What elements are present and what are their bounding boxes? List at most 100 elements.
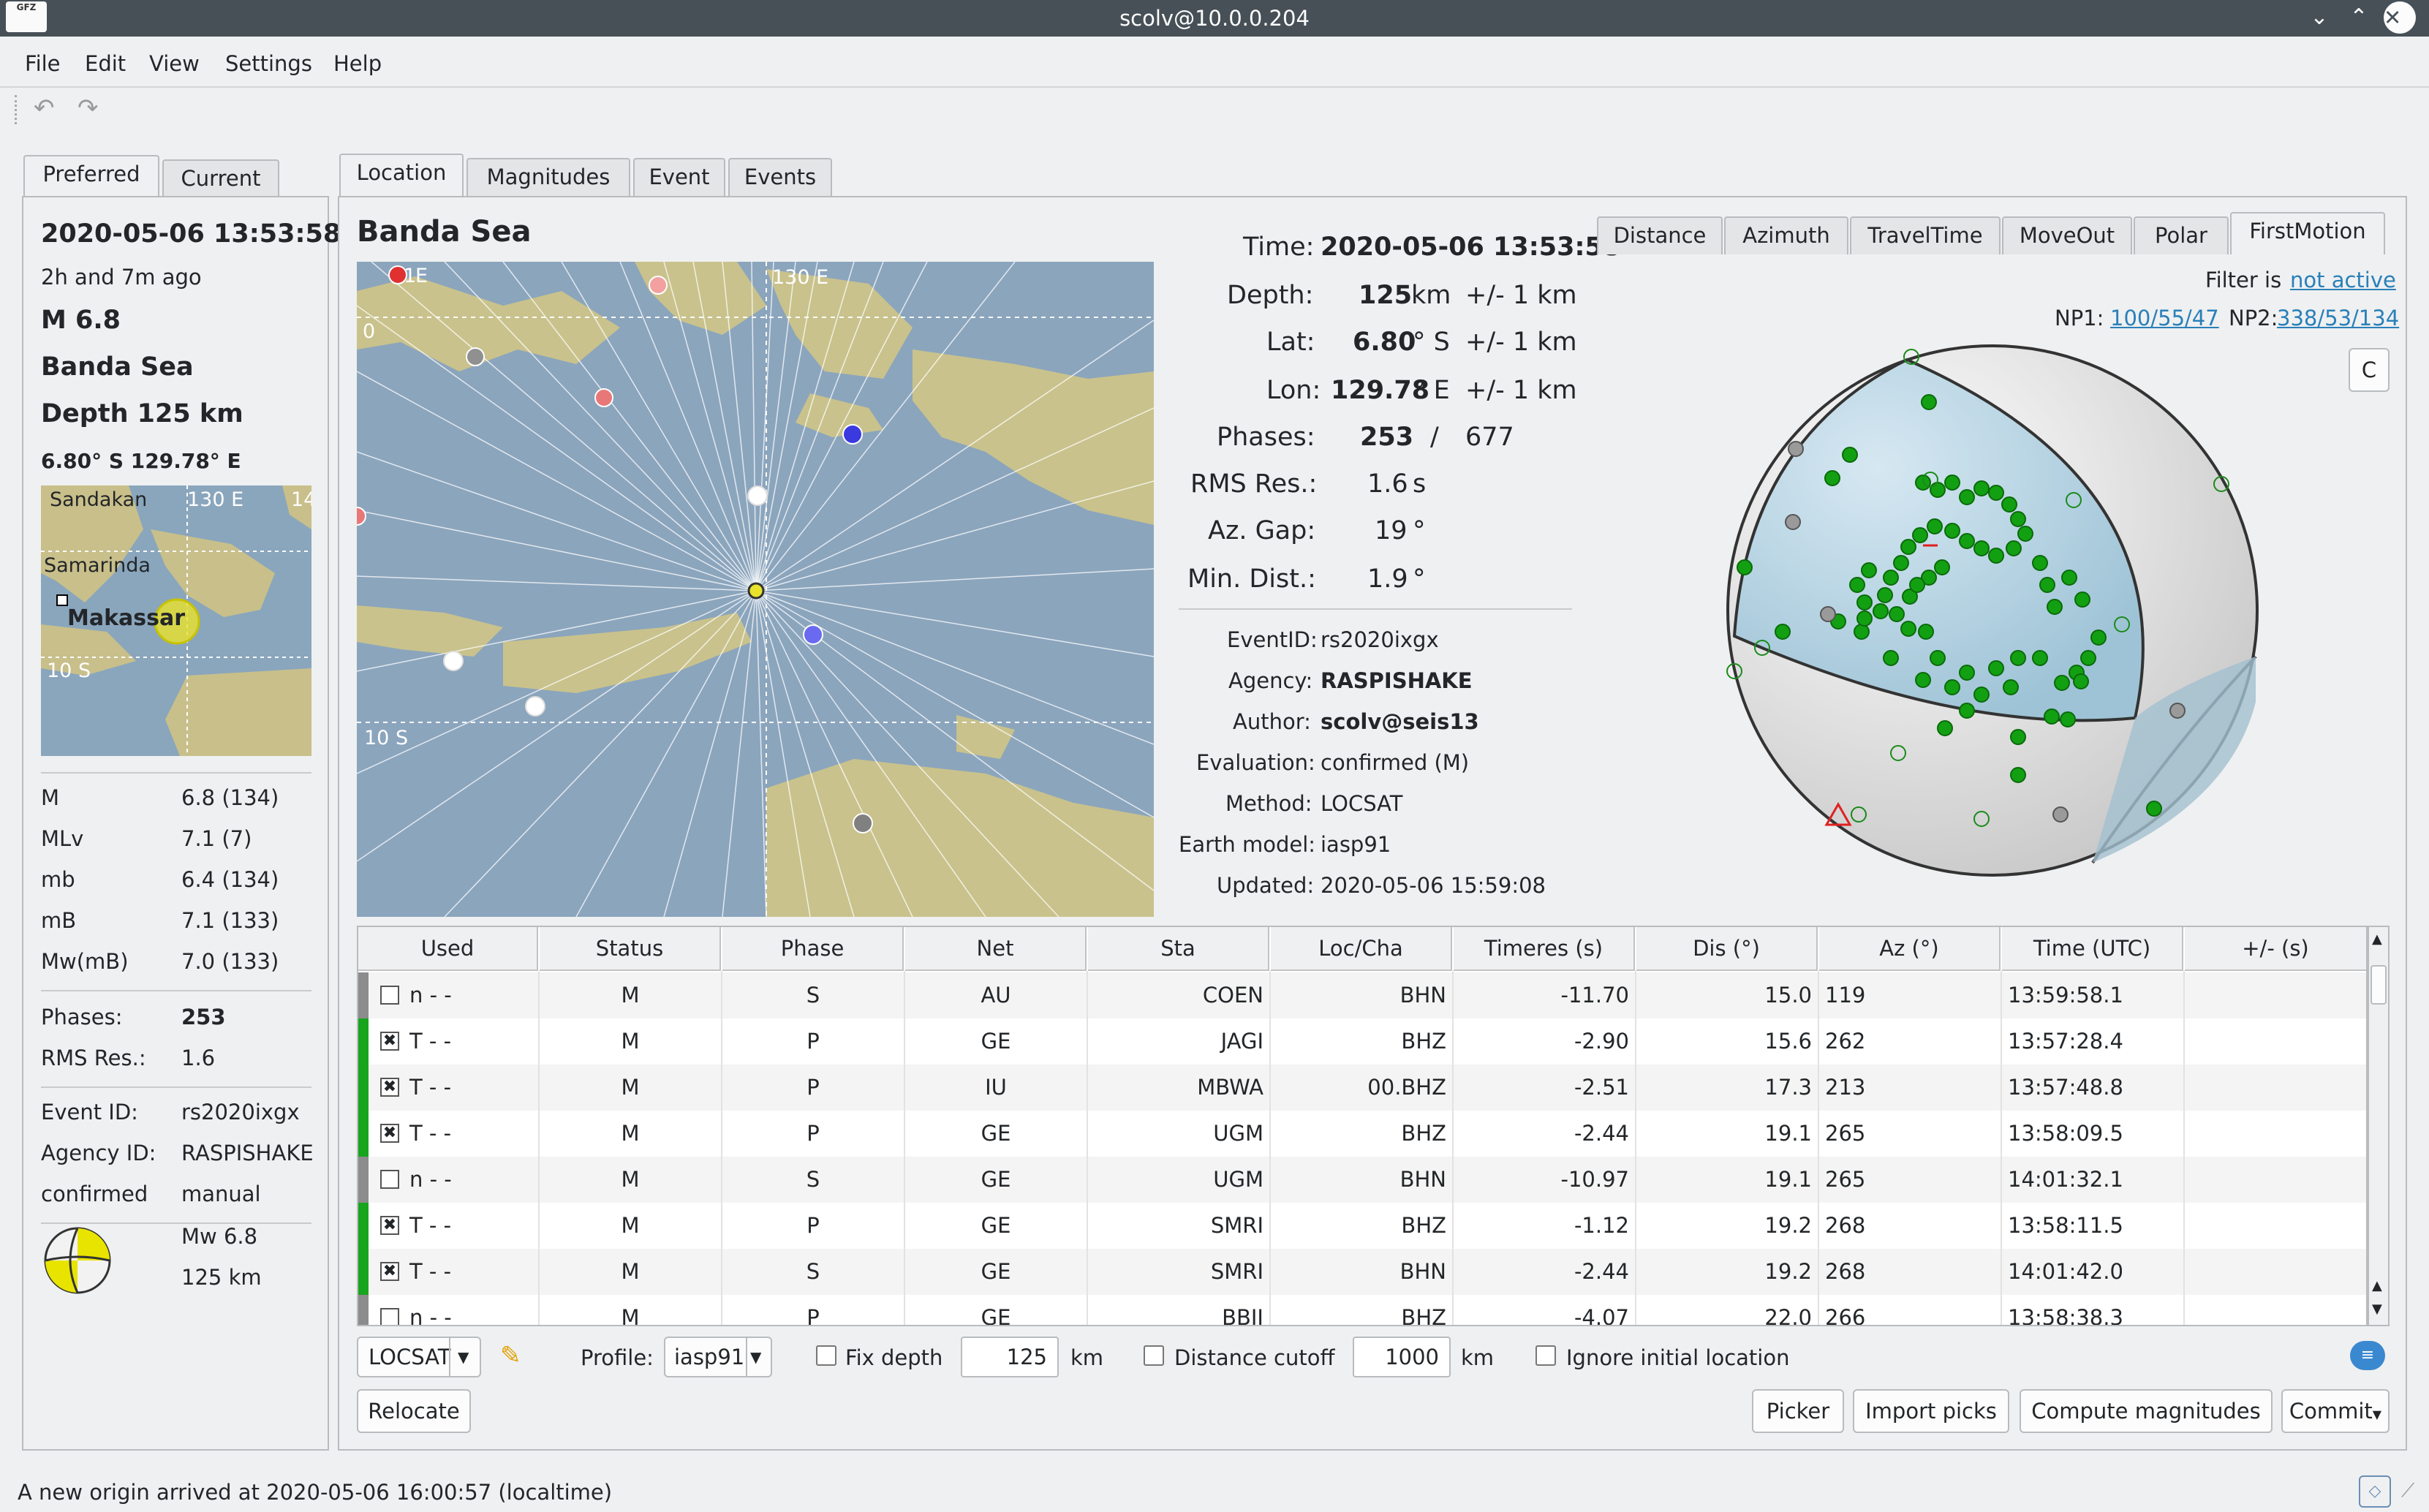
cell-sta: SMRI	[1210, 1259, 1263, 1284]
use-pick-checkbox[interactable]: ✖	[380, 1262, 399, 1281]
cell-time: 13:58:38.3	[2008, 1305, 2123, 1326]
summary-depth: Depth 125 km	[41, 399, 243, 428]
locator-select[interactable]: LOCSAT ▼	[357, 1337, 481, 1377]
cell-cha: BHN	[1399, 1167, 1446, 1192]
use-pick-checkbox[interactable]: ✖	[380, 1124, 399, 1143]
phases-value: 253	[181, 1005, 226, 1029]
filter-status-link[interactable]: not active	[2290, 268, 2396, 292]
undo-icon[interactable]: ↶	[34, 94, 55, 123]
cell-az: 268	[1825, 1259, 1866, 1284]
scroll-page-up-icon[interactable]: ▲	[2372, 1278, 2382, 1293]
scroll-down-icon[interactable]: ▼	[2372, 1301, 2382, 1317]
distance-cutoff-checkbox[interactable]	[1144, 1345, 1164, 1366]
use-pick-checkbox[interactable]	[380, 1308, 399, 1325]
tab-traveltime[interactable]: TravelTime	[1850, 216, 2001, 254]
scrollbar-thumb[interactable]	[2371, 965, 2387, 1005]
picker-button[interactable]: Picker	[1752, 1389, 1844, 1433]
fix-depth-input[interactable]: 125	[961, 1337, 1059, 1377]
np1-label: NP1:	[2055, 306, 2104, 330]
distance-cutoff-input[interactable]: 1000	[1353, 1337, 1451, 1377]
column-header[interactable]: Phase	[722, 927, 904, 971]
cell-used: n - -	[409, 1305, 452, 1326]
column-header[interactable]: Sta	[1088, 927, 1269, 971]
menu-edit[interactable]: Edit	[85, 51, 126, 76]
maximize-icon[interactable]: ⌃	[2344, 3, 2373, 32]
tab-magnitudes[interactable]: Magnitudes	[466, 158, 630, 196]
relocate-button[interactable]: Relocate	[357, 1389, 471, 1433]
tab-azimuth[interactable]: Azimuth	[1724, 216, 1848, 254]
compute-magnitudes-button[interactable]: Compute magnitudes	[2020, 1389, 2273, 1433]
column-header[interactable]: Loc/Cha	[1271, 927, 1452, 971]
lat-value: 6.80	[1353, 328, 1416, 357]
minimize-icon[interactable]: ⌄	[2305, 3, 2334, 32]
tab-preferred[interactable]: Preferred	[23, 155, 159, 197]
close-icon[interactable]: ✕	[2384, 1, 2416, 34]
first-motion-plot[interactable]	[1718, 336, 2267, 885]
import-picks-button[interactable]: Import picks	[1853, 1389, 2009, 1433]
tab-distance[interactable]: Distance	[1597, 216, 1723, 254]
arrivals-table[interactable]: Used Status Phase Net Sta Loc/Cha Timeres (s) D…	[357, 926, 2368, 1326]
column-header[interactable]: Status	[540, 927, 721, 971]
comment-icon[interactable]: ≡	[2350, 1341, 2385, 1370]
redo-icon[interactable]: ↷	[78, 94, 99, 123]
column-separator	[904, 971, 905, 1325]
column-header[interactable]: Az (°)	[1819, 927, 2001, 971]
commit-button[interactable]: Commit▼	[2281, 1389, 2390, 1433]
cell-res: -4.07	[1574, 1305, 1629, 1326]
connection-status-icon[interactable]: ◇	[2359, 1475, 2391, 1508]
ignore-initial-location-checkbox[interactable]	[1535, 1345, 1556, 1366]
agency-value: RASPISHAKE	[181, 1141, 314, 1165]
menu-file[interactable]: File	[25, 51, 61, 76]
column-header[interactable]: Time (UTC)	[2002, 927, 2183, 971]
plot-options-button[interactable]: C	[2349, 348, 2390, 392]
use-pick-checkbox[interactable]	[380, 986, 399, 1005]
cell-net: AU	[981, 983, 1011, 1008]
tab-firstmotion[interactable]: FirstMotion	[2230, 212, 2385, 254]
wrench-icon[interactable]: ✎	[500, 1341, 521, 1370]
np1-link[interactable]: 100/55/47	[2110, 306, 2219, 330]
np2-link[interactable]: 338/53/134	[2277, 306, 2399, 330]
tab-polar[interactable]: Polar	[2134, 216, 2229, 254]
resize-grip-icon[interactable]: ⟋	[2401, 1480, 2414, 1502]
use-pick-checkbox[interactable]: ✖	[380, 1032, 399, 1051]
status-value: manual	[181, 1182, 261, 1206]
menu-view[interactable]: View	[149, 51, 200, 76]
fix-depth-checkbox[interactable]	[816, 1345, 836, 1366]
chevron-down-icon: ▼	[458, 1348, 469, 1366]
column-header[interactable]: Dis (°)	[1636, 927, 1818, 971]
column-header[interactable]: Timeres (s)	[1454, 927, 1635, 971]
phases-total: 677	[1465, 423, 1514, 452]
cell-az: 119	[1825, 983, 1866, 1008]
profile-select[interactable]: iasp91 ▼	[664, 1337, 772, 1377]
use-pick-checkbox[interactable]	[380, 1170, 399, 1189]
column-separator	[2001, 971, 2002, 1325]
use-pick-checkbox[interactable]: ✖	[380, 1078, 399, 1097]
tab-events[interactable]: Events	[728, 158, 832, 196]
overview-map[interactable]: Sandakan 130 E 14 Samarinda Makassar 10 …	[41, 485, 311, 756]
summary-time: 2020-05-06 13:53:58	[41, 219, 341, 249]
menu-settings[interactable]: Settings	[225, 51, 312, 76]
column-header[interactable]: Net	[905, 927, 1087, 971]
map-label-samarinda: Samarinda	[44, 554, 151, 577]
event-summary-panel: 2020-05-06 13:53:58 2h and 7m ago M 6.8 …	[22, 196, 341, 1451]
cell-status: M	[621, 1259, 640, 1284]
menu-help[interactable]: Help	[333, 51, 382, 76]
cell-sta: MBWA	[1197, 1075, 1263, 1100]
locator-value: LOCSAT	[369, 1345, 451, 1369]
tab-moveout[interactable]: MoveOut	[2002, 216, 2132, 254]
cell-az: 265	[1825, 1167, 1866, 1192]
location-map[interactable]: 130 E 10 S 0 1 E	[357, 262, 1154, 917]
tab-location[interactable]: Location	[339, 154, 464, 196]
table-scrollbar[interactable]: ▲ ▲ ▼	[2368, 926, 2390, 1326]
map-grid-label-e: E	[415, 265, 428, 287]
tab-event[interactable]: Event	[633, 158, 725, 196]
cell-cha: BHZ	[1401, 1029, 1446, 1054]
scroll-up-icon[interactable]: ▲	[2372, 931, 2382, 947]
column-header[interactable]: Used	[358, 927, 538, 971]
tab-current[interactable]: Current	[162, 159, 279, 197]
column-header[interactable]: +/- (s)	[2185, 927, 2366, 971]
azgap-label: Az. Gap:	[1208, 516, 1316, 545]
column-separator	[1635, 971, 1636, 1325]
use-pick-checkbox[interactable]: ✖	[380, 1216, 399, 1235]
cell-sta: UGM	[1213, 1167, 1263, 1192]
